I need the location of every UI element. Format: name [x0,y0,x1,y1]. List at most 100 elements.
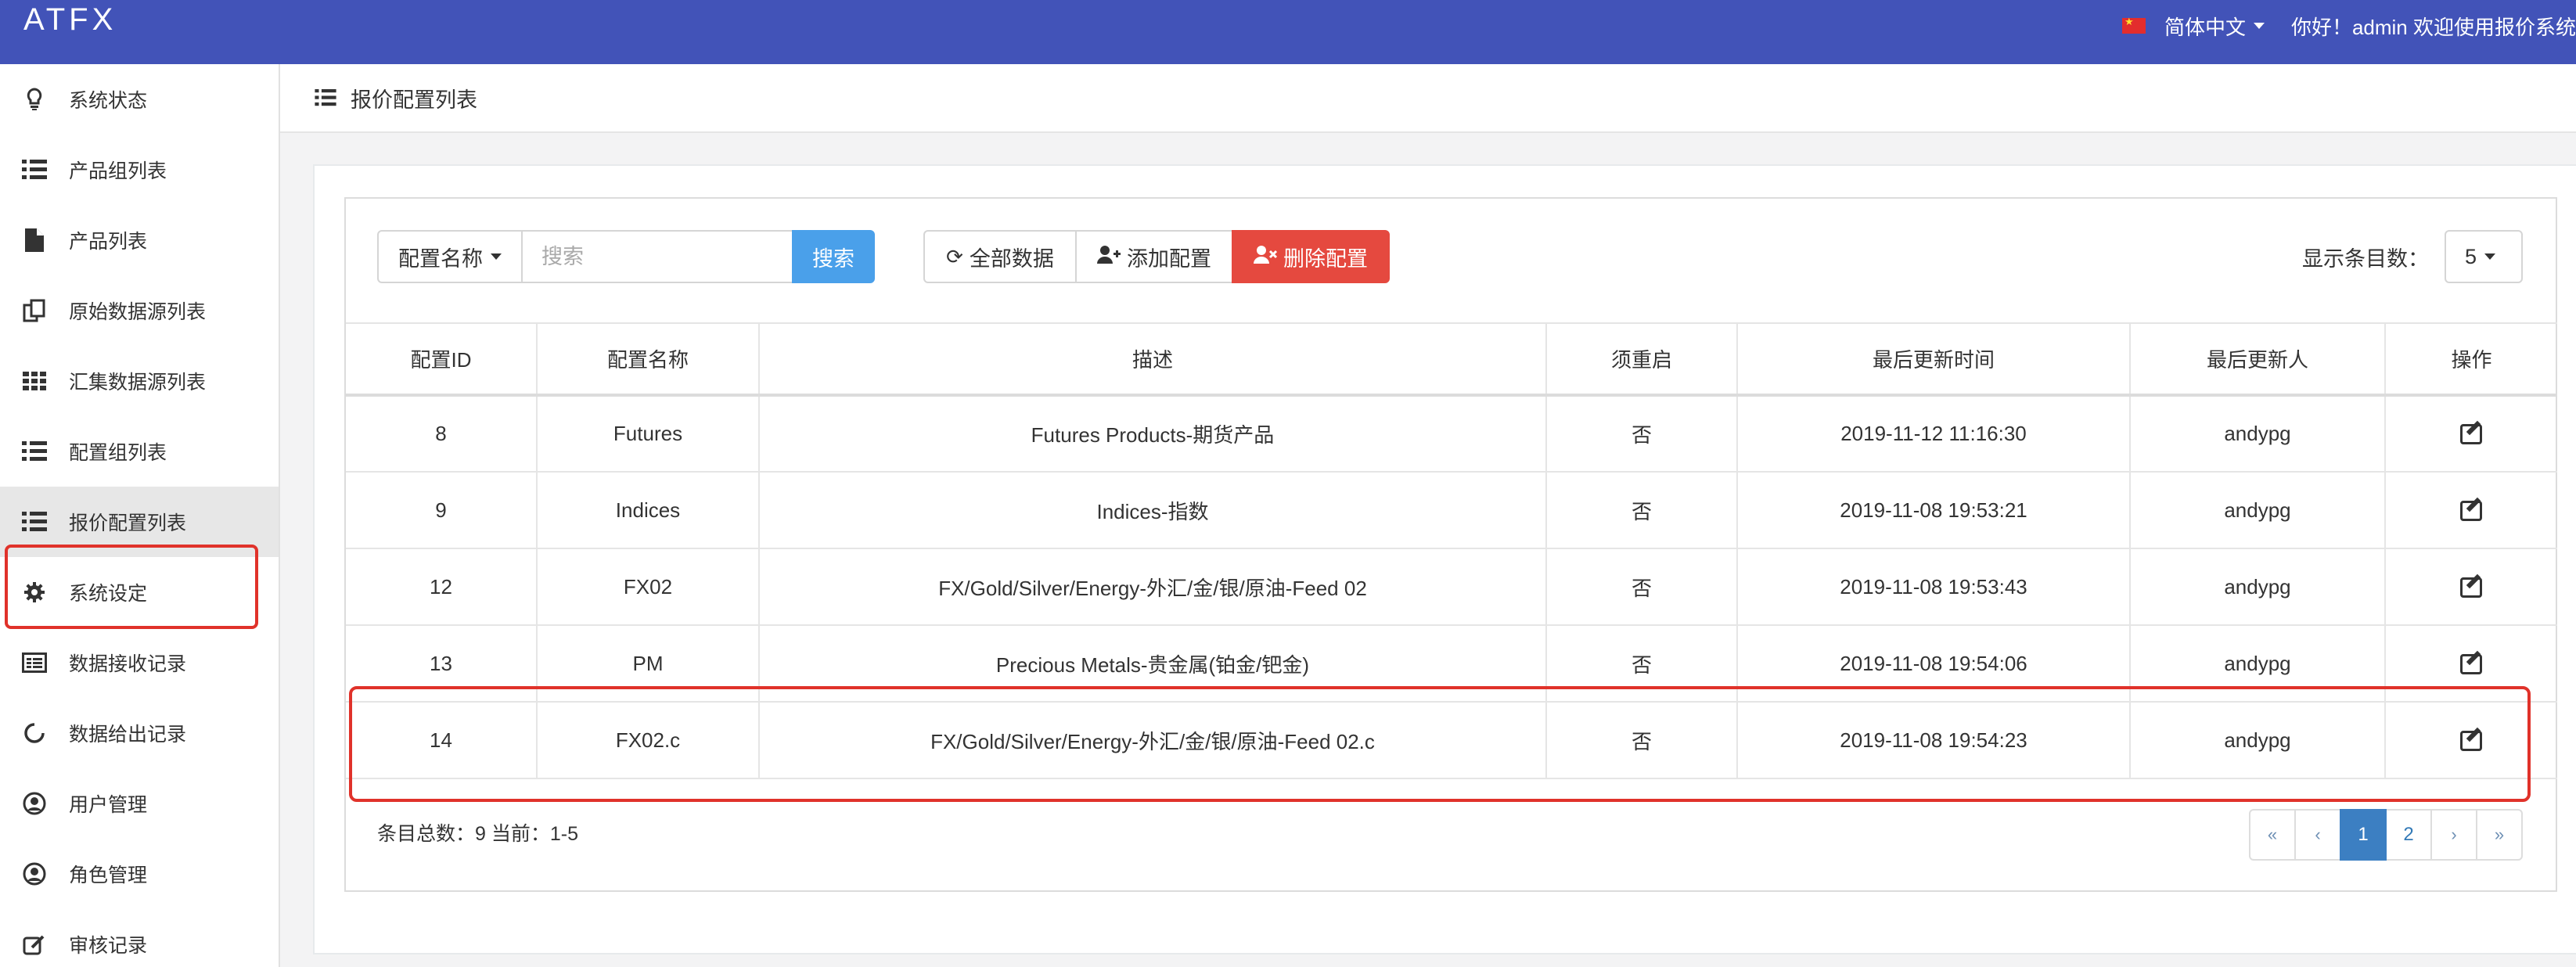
page-header: 报价配置列表 [280,64,2576,133]
page-button-1[interactable]: 1 [2340,809,2387,861]
user-plus-icon [1097,245,1121,269]
cell-name: Indices [537,472,760,548]
cell-restart: 否 [1546,548,1738,625]
table-row[interactable]: 13 PM Precious Metals-贵金属(铂金/钯金) 否 2019-… [346,625,2557,702]
cell-desc: FX/Gold/Silver/Energy-外汇/金/银/原油-Feed 02 [759,548,1547,625]
greeting-text: 你好！admin 欢迎使用报价系统 [2290,15,2576,39]
table-row[interactable]: 14 FX02.c FX/Gold/Silver/Energy-外汇/金/银/原… [346,702,2557,778]
column-header[interactable]: 须重启 [1546,323,1738,395]
china-flag-icon [2121,16,2146,34]
first-page-button[interactable]: « [2249,809,2296,861]
table-row[interactable]: 12 FX02 FX/Gold/Silver/Energy-外汇/金/银/原油-… [346,548,2557,625]
cell-actions [2385,395,2557,472]
cell-name: FX02.c [537,702,760,778]
edit-icon [20,933,49,955]
sidebar-item-products[interactable]: 产品列表 [0,205,279,275]
cell-id: 8 [346,395,538,472]
sidebar-item-config-groups[interactable]: 配置组列表 [0,416,279,487]
cell-user: andypg [2130,548,2386,625]
list-icon [20,441,49,462]
column-header[interactable]: 最后更新时间 [1737,323,2131,395]
sidebar-item-role-management[interactable]: 角色管理 [0,839,279,909]
lightbulb-icon [20,88,49,111]
card-icon [20,652,49,673]
prev-page-button[interactable]: ‹ [2294,809,2341,861]
column-header[interactable]: 配置ID [346,323,538,395]
table-row[interactable]: 8 Futures Futures Products-期货产品 否 2019-1… [346,395,2557,472]
refresh-icon: ⟳ [946,244,963,268]
page-title: 报价配置列表 [351,88,477,112]
cell-updated: 2019-11-08 19:53:21 [1737,472,2131,548]
sidebar-item-quote-configs[interactable]: 报价配置列表 [0,487,279,557]
column-header[interactable]: 配置名称 [537,323,760,395]
cell-name: PM [537,625,760,702]
spinner-icon [20,722,49,744]
sidebar-item-user-management[interactable]: 用户管理 [0,768,279,839]
edit-icon[interactable] [2459,498,2484,521]
top-bar-right: 简体中文 你好！admin 欢迎使用报价系统 [2121,0,2576,52]
sidebar-item-label: 汇集数据源列表 [69,372,207,394]
cell-desc: Indices-指数 [759,472,1547,548]
sidebar-item-system-settings[interactable]: 系统设定 [0,557,279,627]
cell-updated: 2019-11-08 19:54:23 [1737,702,2131,778]
cell-name: FX02 [537,548,760,625]
pagination: « ‹ 1 2 › » [2249,809,2523,861]
cell-name: Futures [537,395,760,472]
add-config-label: 添加配置 [1127,246,1211,271]
search-button[interactable]: 搜索 [792,230,875,283]
list-icon [315,88,336,106]
cell-actions [2385,625,2557,702]
page-size-select[interactable]: 5 [2445,230,2523,283]
page-button-2[interactable]: 2 [2385,809,2432,861]
filter-field-dropdown[interactable]: 配置名称 [377,230,523,283]
cell-user: andypg [2130,472,2386,548]
table-row[interactable]: 9 Indices Indices-指数 否 2019-11-08 19:53:… [346,472,2557,548]
edit-icon[interactable] [2459,421,2484,444]
cell-desc: Precious Metals-贵金属(铂金/钯金) [759,625,1547,702]
language-selector[interactable]: 简体中文 [2164,12,2265,41]
cell-restart: 否 [1546,625,1738,702]
edit-icon[interactable] [2459,574,2484,598]
sidebar-item-product-groups[interactable]: 产品组列表 [0,135,279,205]
delete-config-label: 删除配置 [1283,246,1368,271]
grid-icon [20,372,49,390]
all-data-label: 全部数据 [969,246,1054,271]
column-header[interactable]: 描述 [759,323,1547,395]
all-data-button[interactable]: ⟳ 全部数据 [923,230,1077,283]
chevron-down-icon [2484,253,2496,260]
cell-user: andypg [2130,702,2386,778]
table-summary: 条目总数：9 当前：1-5 [377,823,578,845]
sidebar-item-output-logs[interactable]: 数据给出记录 [0,698,279,768]
user-remove-icon [1254,245,1278,269]
edit-icon[interactable] [2459,728,2484,751]
sidebar-item-label: 产品组列表 [69,160,167,182]
page-size-value: 5 [2465,244,2477,268]
file-icon [20,228,49,252]
last-page-button[interactable]: » [2476,809,2523,861]
add-config-button[interactable]: 添加配置 [1075,230,1233,283]
sidebar-item-audit-logs[interactable]: 审核记录 [0,909,279,967]
cell-id: 14 [346,702,538,778]
sidebar-item-aggregate-sources[interactable]: 汇集数据源列表 [0,346,279,416]
delete-config-button[interactable]: 删除配置 [1232,230,1390,283]
sidebar-item-label: 配置组列表 [69,442,167,464]
sidebar-item-label: 数据接收记录 [69,653,187,675]
user-circle-icon [20,862,49,886]
edit-icon[interactable] [2459,651,2484,674]
sidebar-item-receive-logs[interactable]: 数据接收记录 [0,627,279,698]
sidebar-item-label: 角色管理 [69,865,148,886]
column-header[interactable]: 最后更新人 [2130,323,2386,395]
cell-restart: 否 [1546,395,1738,472]
next-page-button[interactable]: › [2430,809,2477,861]
toolbar: 配置名称 搜索 ⟳ 全部数据 添加配置 删除配置 [377,230,1390,283]
sidebar-item-raw-sources[interactable]: 原始数据源列表 [0,275,279,346]
cell-updated: 2019-11-08 19:53:43 [1737,548,2131,625]
cell-updated: 2019-11-08 19:54:06 [1737,625,2131,702]
sidebar-item-system-status[interactable]: 系统状态 [0,64,279,135]
sidebar-item-label: 系统状态 [69,90,148,112]
user-circle-icon [20,792,49,815]
page-size-label: 显示条目数： [2302,246,2429,271]
cell-actions [2385,472,2557,548]
search-input[interactable] [523,230,792,283]
